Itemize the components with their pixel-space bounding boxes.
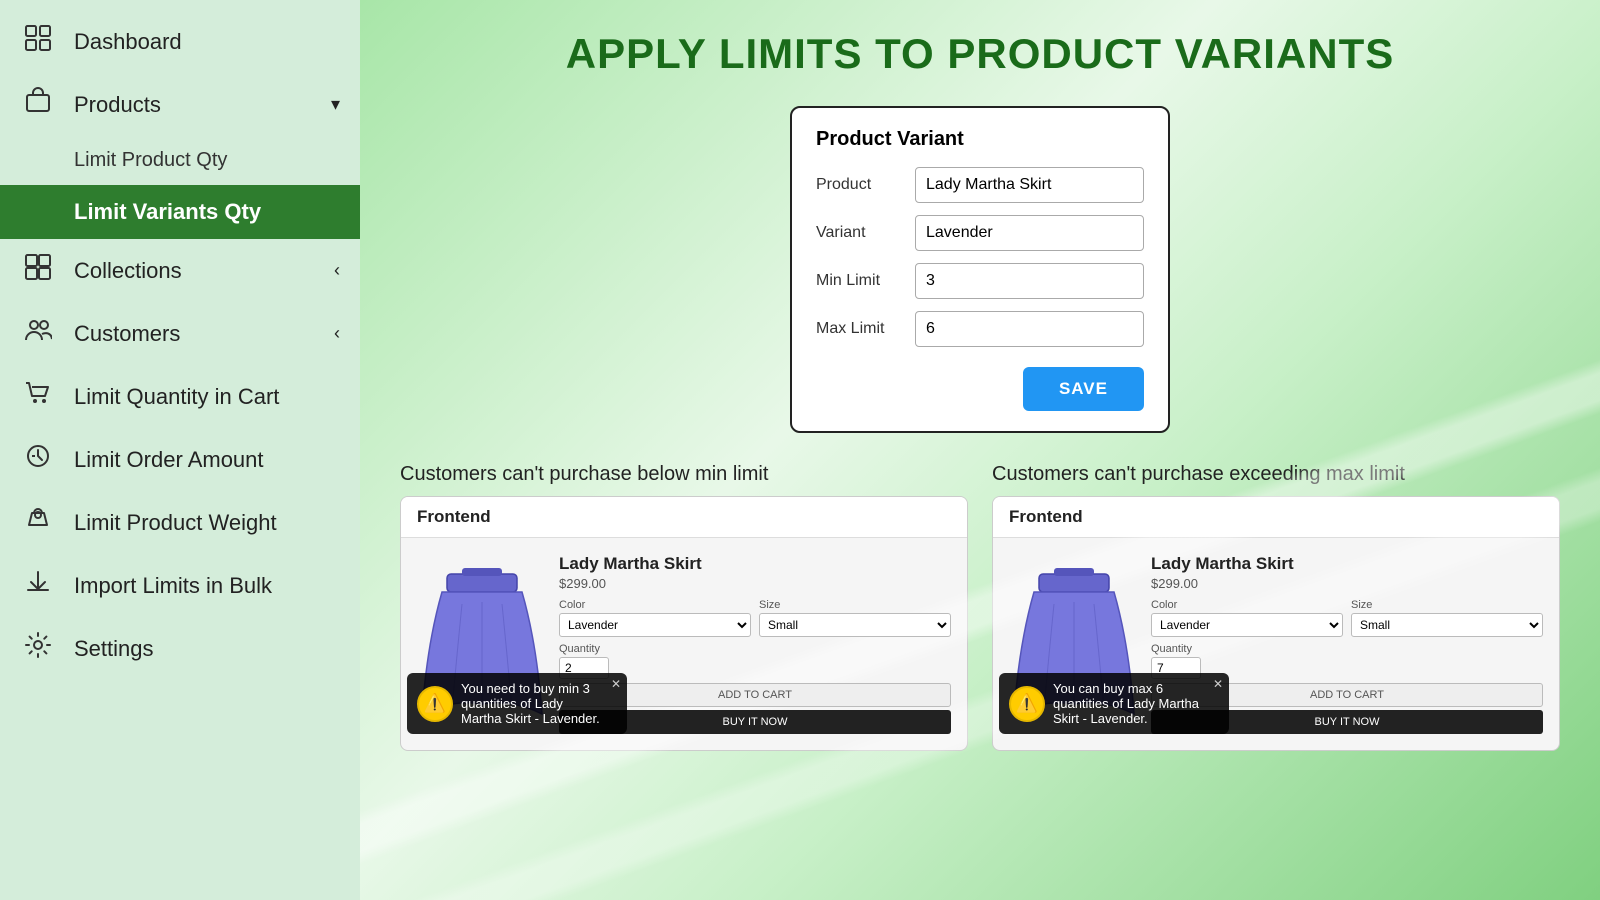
min-limit-input[interactable] (915, 263, 1144, 299)
right-skirt-image: ⚠️ You can buy max 6 quantities of Lady … (1009, 554, 1139, 724)
products-chevron-icon: ▾ (331, 94, 340, 115)
left-toast-close[interactable]: ✕ (611, 677, 621, 691)
sidebar-item-limit-variants-qty[interactable]: Limit Variants Qty (0, 185, 360, 239)
sidebar-item-limit-product-qty-label: Limit Product Qty (74, 149, 227, 172)
left-frontend-card: Frontend (400, 496, 968, 751)
variant-row: Variant (816, 215, 1144, 251)
variant-label: Variant (816, 224, 915, 242)
product-input[interactable] (915, 167, 1144, 203)
right-product-price: $299.00 (1151, 576, 1543, 591)
left-caption: Customers can't purchase below min limit (400, 463, 968, 486)
product-label: Product (816, 176, 915, 194)
left-frontend-body: ⚠️ You need to buy min 3 quantities of L… (401, 538, 967, 750)
right-toast-text: You can buy max 6 quantities of Lady Mar… (1053, 681, 1205, 726)
right-color-label: Color (1151, 599, 1343, 611)
sidebar-item-dashboard-label: Dashboard (74, 29, 340, 55)
settings-icon (20, 631, 56, 666)
right-preview-col: Customers can't purchase exceeding max l… (992, 463, 1560, 751)
main-content: APPLY LIMITS TO PRODUCT VARIANTS Product… (360, 0, 1600, 900)
cart-icon (20, 379, 56, 414)
sidebar-item-limit-qty-cart-label: Limit Quantity in Cart (74, 384, 340, 410)
right-qty-label: Quantity (1151, 643, 1543, 655)
left-preview-col: Customers can't purchase below min limit… (400, 463, 968, 751)
right-color-select[interactable]: Lavender (1151, 613, 1343, 637)
order-amount-icon (20, 442, 56, 477)
min-limit-label: Min Limit (816, 272, 915, 290)
left-size-label: Size (759, 599, 951, 611)
left-size-select[interactable]: Small (759, 613, 951, 637)
left-color-select[interactable]: Lavender (559, 613, 751, 637)
right-frontend-header: Frontend (993, 497, 1559, 538)
sidebar-item-import-limits-label: Import Limits in Bulk (74, 573, 340, 599)
sidebar-item-limit-variants-qty-label: Limit Variants Qty (74, 199, 261, 225)
left-warning-icon: ⚠️ (417, 686, 453, 722)
sidebar-item-limit-qty-cart[interactable]: Limit Quantity in Cart (0, 365, 360, 428)
customers-icon (20, 316, 56, 351)
sidebar-item-settings-label: Settings (74, 636, 340, 662)
sidebar-item-limit-product-weight[interactable]: Limit Product Weight (0, 491, 360, 554)
sidebar-item-limit-product-qty[interactable]: Limit Product Qty (0, 136, 360, 185)
right-product-name: Lady Martha Skirt (1151, 554, 1543, 574)
save-button[interactable]: SAVE (1023, 367, 1144, 411)
sidebar: Dashboard Products ▾ Limit Product Qty L… (0, 0, 360, 900)
right-size-select[interactable]: Small (1351, 613, 1543, 637)
left-frontend-header: Frontend (401, 497, 967, 538)
import-icon (20, 568, 56, 603)
min-limit-row: Min Limit (816, 263, 1144, 299)
left-qty-label: Quantity (559, 643, 951, 655)
right-warning-icon: ⚠️ (1009, 686, 1045, 722)
product-row: Product (816, 167, 1144, 203)
sidebar-item-import-limits[interactable]: Import Limits in Bulk (0, 554, 360, 617)
sidebar-item-products[interactable]: Products ▾ (0, 73, 360, 136)
right-frontend-body: ⚠️ You can buy max 6 quantities of Lady … (993, 538, 1559, 750)
customers-chevron-icon: ‹ (334, 323, 340, 344)
dashboard-icon (20, 24, 56, 59)
variant-form-title: Product Variant (816, 128, 1144, 151)
right-warning-toast: ⚠️ You can buy max 6 quantities of Lady … (999, 673, 1229, 734)
collections-chevron-icon: ‹ (334, 260, 340, 281)
weight-icon (20, 505, 56, 540)
right-frontend-card: Frontend ⚠️ You can buy (992, 496, 1560, 751)
left-toast-text: You need to buy min 3 quantities of Lady… (461, 681, 603, 726)
products-icon (20, 87, 56, 122)
sidebar-item-collections[interactable]: Collections ‹ (0, 239, 360, 302)
left-color-label: Color (559, 599, 751, 611)
left-skirt-image: ⚠️ You need to buy min 3 quantities of L… (417, 554, 547, 724)
variant-form-card: Product Variant Product Variant Min Limi… (790, 106, 1170, 433)
sidebar-item-customers[interactable]: Customers ‹ (0, 302, 360, 365)
sidebar-item-products-label: Products (74, 92, 313, 118)
sidebar-item-settings[interactable]: Settings (0, 617, 360, 680)
sidebar-item-limit-product-weight-label: Limit Product Weight (74, 510, 340, 536)
sidebar-item-collections-label: Collections (74, 258, 316, 284)
left-product-name: Lady Martha Skirt (559, 554, 951, 574)
left-warning-toast: ⚠️ You need to buy min 3 quantities of L… (407, 673, 627, 734)
max-limit-row: Max Limit (816, 311, 1144, 347)
max-limit-input[interactable] (915, 311, 1144, 347)
sidebar-item-customers-label: Customers (74, 321, 316, 347)
sidebar-item-limit-order-amount[interactable]: Limit Order Amount (0, 428, 360, 491)
left-product-price: $299.00 (559, 576, 951, 591)
sidebar-item-dashboard[interactable]: Dashboard (0, 10, 360, 73)
variant-input[interactable] (915, 215, 1144, 251)
sidebar-item-limit-order-amount-label: Limit Order Amount (74, 447, 340, 473)
right-toast-close[interactable]: ✕ (1213, 677, 1223, 691)
collections-icon (20, 253, 56, 288)
right-caption: Customers can't purchase exceeding max l… (992, 463, 1560, 486)
right-size-label: Size (1351, 599, 1543, 611)
page-title: APPLY LIMITS TO PRODUCT VARIANTS (400, 30, 1560, 78)
preview-section: Customers can't purchase below min limit… (400, 463, 1560, 751)
max-limit-label: Max Limit (816, 320, 915, 338)
